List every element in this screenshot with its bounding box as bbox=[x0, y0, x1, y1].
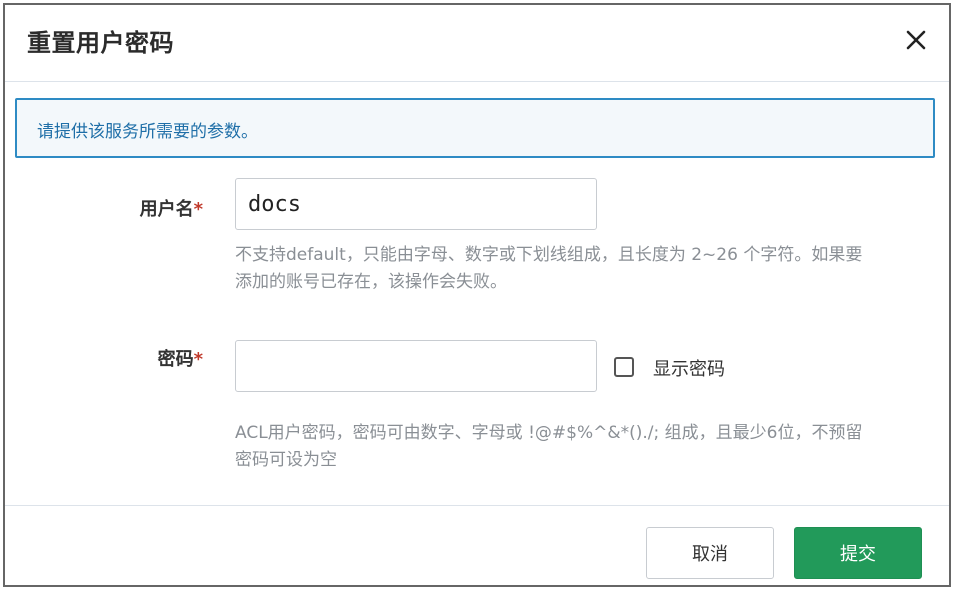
close-button[interactable] bbox=[901, 25, 931, 55]
dialog-title: 重置用户密码 bbox=[27, 29, 174, 57]
info-text: 请提供该服务所需要的参数。 bbox=[37, 122, 258, 142]
password-label-text: 密码 bbox=[157, 349, 194, 370]
cancel-button[interactable]: 取消 bbox=[646, 527, 774, 579]
password-input[interactable] bbox=[235, 340, 597, 392]
username-input[interactable] bbox=[235, 178, 597, 230]
info-banner: 请提供该服务所需要的参数。 bbox=[15, 98, 935, 158]
show-password-label[interactable]: 显示密码 bbox=[653, 355, 725, 381]
username-label-text: 用户名 bbox=[139, 199, 194, 220]
show-password-checkbox[interactable] bbox=[614, 357, 634, 377]
required-mark: * bbox=[193, 349, 203, 370]
username-label: 用户名* bbox=[83, 195, 203, 221]
required-mark: * bbox=[193, 199, 203, 220]
username-hint-line1: 不支持default，只能由字母、数字或下划线组成，且长度为 2~26 个字符。… bbox=[235, 245, 863, 265]
password-hint-line1: ACL用户密码，密码可由数字、字母或 !@#$%^&*()./; 组成，且最少6… bbox=[235, 423, 863, 443]
dialog-footer: 取消 提交 bbox=[5, 505, 949, 587]
close-icon bbox=[906, 30, 926, 50]
password-hint: ACL用户密码，密码可由数字、字母或 !@#$%^&*()./; 组成，且最少6… bbox=[235, 420, 862, 474]
username-hint: 不支持default，只能由字母、数字或下划线组成，且长度为 2~26 个字符。… bbox=[235, 242, 862, 296]
username-hint-line2: 添加的账号已存在，该操作会失败。 bbox=[235, 272, 507, 292]
submit-button[interactable]: 提交 bbox=[794, 527, 922, 579]
password-label: 密码* bbox=[83, 345, 203, 371]
reset-password-dialog: 重置用户密码 请提供该服务所需要的参数。 用户名* 不支持default，只能由… bbox=[3, 3, 951, 587]
dialog-header: 重置用户密码 bbox=[5, 5, 949, 82]
password-hint-line2: 密码可设为空 bbox=[235, 450, 337, 470]
